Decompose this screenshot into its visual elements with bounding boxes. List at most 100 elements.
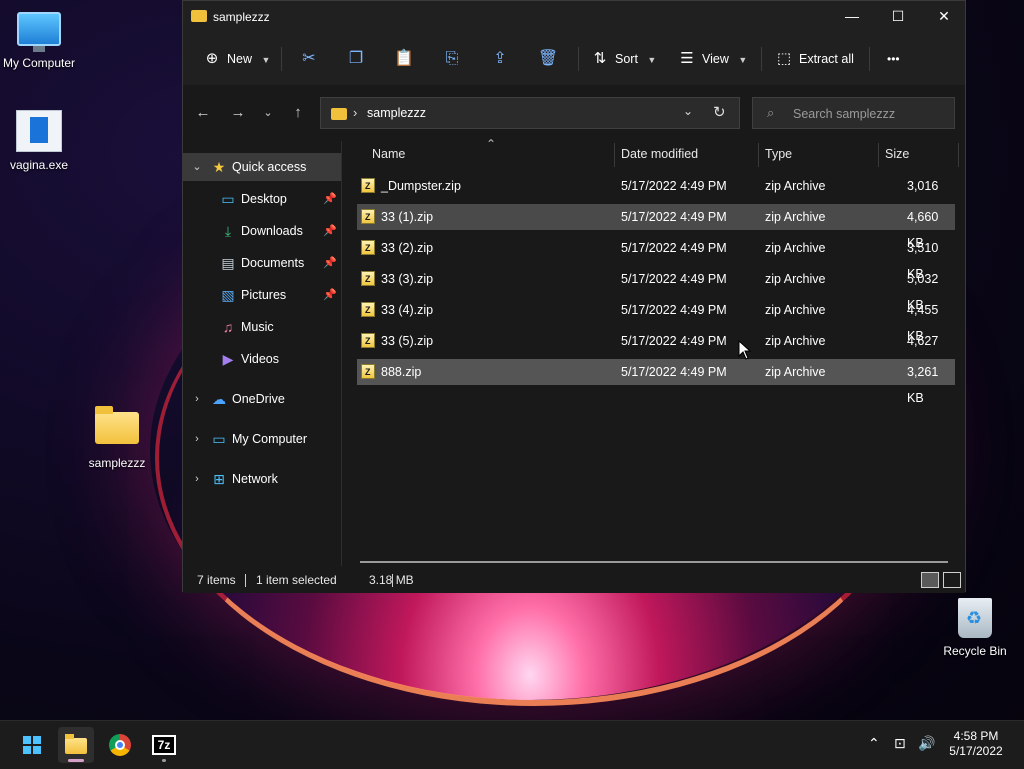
more-options-button[interactable]: ••• [887, 43, 900, 75]
up-arrow-icon[interactable]: ↑ [286, 101, 310, 125]
desktop-icon-my-computer[interactable]: My Computer [0, 12, 81, 70]
file-date: 5/17/2022 4:49 PM [621, 365, 727, 379]
back-arrow-icon[interactable]: ← [191, 101, 215, 125]
file-row[interactable]: 33 (1).zip 5/17/2022 4:49 PM zip Archive… [357, 204, 955, 250]
nav-documents[interactable]: ▤ Documents 📌 [183, 249, 341, 277]
recent-locations-chevron-icon[interactable]: ⌄ [256, 101, 280, 125]
column-header-size[interactable]: Size [885, 141, 909, 167]
nav-label: Desktop [241, 192, 287, 206]
desktop-icon-samplezzz[interactable]: samplezzz [75, 404, 159, 470]
file-name: 33 (2).zip [381, 241, 434, 255]
column-header-type[interactable]: Type [765, 141, 792, 167]
nav-videos[interactable]: ▶ Videos [183, 345, 341, 373]
column-separator[interactable] [614, 143, 615, 167]
title-bar[interactable]: samplezzz — ☐ ✕ [183, 1, 965, 33]
file-type: zip Archive [765, 272, 826, 286]
folder-icon [191, 10, 207, 22]
maximize-button[interactable]: ☐ [875, 1, 921, 33]
taskbar-7zip[interactable]: 7z [146, 727, 182, 763]
nav-quick-access[interactable]: ⌄ ★ Quick access [183, 153, 341, 181]
file-row[interactable]: 888.zip 5/17/2022 4:49 PM zip Archive 3,… [357, 359, 955, 405]
file-row[interactable]: 33 (2).zip 5/17/2022 4:49 PM zip Archive… [357, 235, 955, 281]
desktop-icon-label: Recycle Bin [943, 644, 1007, 658]
large-icons-view-icon[interactable] [943, 572, 961, 588]
chevron-right-icon: › [195, 393, 199, 405]
breadcrumb-samplezzz[interactable]: samplezzz [367, 106, 426, 120]
minimize-button[interactable]: — [829, 1, 875, 33]
file-date: 5/17/2022 4:49 PM [621, 179, 727, 193]
7zip-icon: 7z [152, 735, 176, 755]
desktop-icon-recycle-bin[interactable]: Recycle Bin [933, 598, 1017, 658]
column-header-date[interactable]: Date modified [621, 141, 698, 167]
extract-all-button[interactable]: ⬚ Extract all [775, 43, 854, 75]
delete-icon[interactable]: 🗑 [532, 43, 564, 75]
toolbar-separator [281, 47, 282, 71]
status-bar: 7 items 1 item selected 3.18 MB [183, 567, 965, 593]
desktop-icon-label: My Computer [2, 56, 76, 70]
start-button[interactable] [14, 727, 50, 763]
active-indicator [68, 759, 84, 762]
network-status-icon[interactable]: ⊡ [894, 735, 906, 752]
navigation-pane: ⌄ ★ Quick access ▭ Desktop 📌 ⤓ Downloads… [183, 141, 342, 566]
forward-arrow-icon[interactable]: → [226, 101, 250, 125]
file-row[interactable]: 33 (3).zip 5/17/2022 4:49 PM zip Archive… [357, 266, 955, 312]
file-name: 33 (3).zip [381, 272, 434, 286]
address-bar[interactable]: › samplezzz ⌄ ↻ [320, 97, 740, 129]
address-dropdown-icon[interactable]: ⌄ [683, 104, 693, 118]
file-date: 5/17/2022 4:49 PM [621, 303, 727, 317]
pin-icon: 📌 [323, 289, 337, 301]
running-indicator [162, 759, 166, 762]
view-button[interactable]: ☰ View ▼ [678, 43, 747, 75]
nav-pictures[interactable]: ▧ Pictures 📌 [183, 281, 341, 309]
share-icon[interactable]: ⇪ [484, 43, 516, 75]
search-input[interactable] [791, 104, 950, 124]
nav-label: OneDrive [232, 392, 285, 406]
nav-downloads[interactable]: ⤓ Downloads 📌 [183, 217, 341, 245]
nav-music[interactable]: ♫ Music [183, 313, 341, 341]
refresh-icon[interactable]: ↻ [713, 103, 726, 121]
column-separator[interactable] [758, 143, 759, 167]
volume-icon[interactable]: 🔊 [918, 735, 935, 752]
file-row[interactable]: _Dumpster.zip 5/17/2022 4:49 PM zip Arch… [357, 173, 955, 219]
nav-label: Quick access [232, 160, 307, 174]
file-date: 5/17/2022 4:49 PM [621, 241, 727, 255]
taskbar-clock[interactable]: 4:58 PM 5/17/2022 [940, 729, 1012, 759]
nav-onedrive[interactable]: › ☁ OneDrive [183, 385, 341, 413]
rename-icon[interactable]: ⎘ [436, 43, 468, 75]
details-view-icon[interactable] [921, 572, 939, 588]
paste-icon[interactable]: 📋 [388, 43, 420, 75]
chevron-down-icon: ⌄ [192, 161, 202, 173]
status-selected: 1 item selected [256, 573, 337, 587]
new-button[interactable]: ⊕ New ▼ [203, 43, 271, 75]
zip-file-icon [361, 173, 375, 199]
nav-my-computer[interactable]: › ▭ My Computer [183, 425, 341, 453]
desktop-icon-exe[interactable]: vagina.exe [0, 110, 81, 172]
taskbar-file-explorer[interactable] [58, 727, 94, 763]
sort-button[interactable]: ⇅ Sort ▼ [591, 43, 657, 75]
copy-icon[interactable]: ❐ [340, 43, 372, 75]
toolbar-separator [578, 47, 579, 71]
close-button[interactable]: ✕ [921, 1, 967, 33]
file-date: 5/17/2022 4:49 PM [621, 210, 727, 224]
nav-label: Network [232, 472, 278, 486]
file-list: ⌃ Name Date modified Type Size _Dumpster… [342, 137, 965, 566]
extract-label: Extract all [799, 52, 854, 66]
file-row[interactable]: 33 (5).zip 5/17/2022 4:49 PM zip Archive… [357, 328, 955, 374]
column-header-name[interactable]: Name [372, 141, 405, 167]
column-separator[interactable] [958, 143, 959, 167]
search-icon: ⌕ [767, 105, 775, 120]
nav-label: Downloads [241, 224, 303, 238]
cut-icon[interactable]: ✂ [293, 43, 325, 75]
file-row[interactable]: 33 (4).zip 5/17/2022 4:49 PM zip Archive… [357, 297, 955, 343]
search-box[interactable]: ⌕ [752, 97, 955, 129]
column-separator[interactable] [878, 143, 879, 167]
taskbar-chrome[interactable] [102, 727, 138, 763]
extract-icon: ⬚ [776, 50, 792, 67]
show-hidden-icons-chevron-icon[interactable]: ⌃ [868, 735, 880, 752]
horizontal-scrollbar[interactable] [360, 561, 948, 563]
nav-network[interactable]: › ⊞ Network [183, 465, 341, 493]
zip-file-icon [361, 359, 375, 385]
window-title: samplezzz [213, 10, 270, 24]
nav-label: Documents [241, 256, 305, 270]
nav-desktop[interactable]: ▭ Desktop 📌 [183, 185, 341, 213]
